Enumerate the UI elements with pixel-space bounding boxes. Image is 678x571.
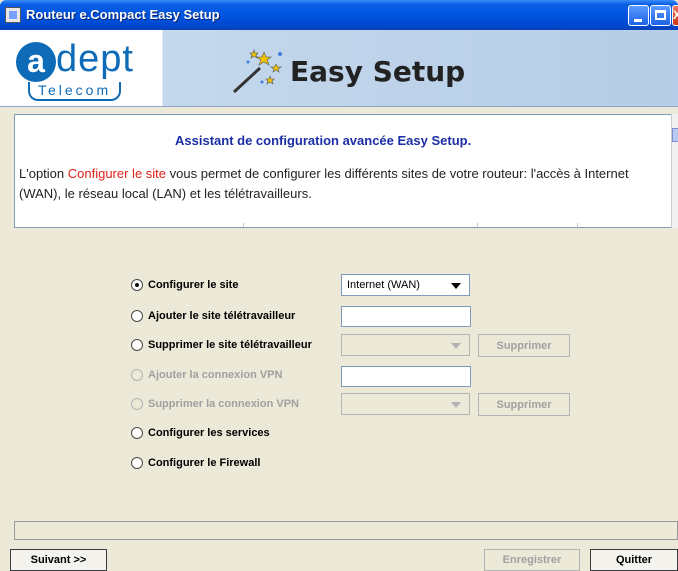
option-configure-site-label: Configurer le site	[148, 279, 239, 291]
option-remove-teleworker-label: Supprimer le site télétravailleur	[148, 339, 312, 351]
app-icon	[5, 7, 21, 23]
product-title: Easy Setup	[290, 55, 466, 88]
remove-teleworker-button[interactable]: Supprimer	[478, 334, 570, 357]
quit-button[interactable]: Quitter	[590, 549, 678, 571]
radio-configure-firewall[interactable]	[131, 457, 143, 469]
minimize-icon	[634, 19, 642, 22]
divider	[577, 223, 578, 229]
option-configure-services[interactable]: Configurer les services	[131, 425, 270, 441]
option-remove-teleworker[interactable]: Supprimer le site télétravailleur	[131, 337, 312, 353]
site-type-select-value: Internet (WAN)	[347, 279, 420, 291]
option-configure-services-label: Configurer les services	[148, 427, 270, 439]
site-type-select[interactable]: Internet (WAN)	[341, 274, 470, 296]
option-configure-site[interactable]: Configurer le site	[131, 277, 238, 293]
option-remove-vpn-label: Supprimer la connexion VPN	[148, 398, 299, 410]
info-text-before: L'option	[19, 166, 68, 181]
radio-configure-site[interactable]	[131, 279, 143, 291]
option-add-vpn[interactable]: Ajouter la connexion VPN	[131, 367, 282, 383]
minimize-button[interactable]	[628, 5, 649, 26]
logo-word: dept	[56, 38, 134, 80]
option-configure-firewall-label: Configurer le Firewall	[148, 457, 261, 469]
next-button[interactable]: Suivant >>	[10, 549, 107, 571]
option-add-vpn-label: Ajouter la connexion VPN	[148, 369, 283, 381]
window-titlebar: Routeur e.Compact Easy Setup X	[0, 0, 678, 30]
save-button[interactable]: Enregistrer	[484, 549, 580, 571]
divider	[477, 223, 478, 229]
chevron-down-icon	[451, 402, 461, 408]
radio-add-teleworker[interactable]	[131, 310, 143, 322]
info-text: L'option Configurer le site vous permet …	[19, 164, 649, 204]
option-remove-vpn[interactable]: Supprimer la connexion VPN	[131, 396, 299, 412]
vpn-select[interactable]	[341, 393, 470, 415]
logo-letter: a	[16, 42, 56, 82]
adept-telecom-logo: a dept Telecom	[14, 38, 160, 104]
scrollbar-thumb[interactable]	[672, 128, 678, 142]
remove-vpn-button[interactable]: Supprimer	[478, 393, 570, 416]
teleworker-select[interactable]	[341, 334, 470, 356]
maximize-button[interactable]	[650, 5, 671, 26]
info-panel: Assistant de configuration avancée Easy …	[14, 114, 678, 229]
radio-configure-services[interactable]	[131, 427, 143, 439]
logo-subtitle: Telecom	[28, 82, 122, 101]
option-configure-firewall[interactable]: Configurer le Firewall	[131, 455, 260, 471]
option-add-teleworker[interactable]: Ajouter le site télétravailleur	[131, 308, 295, 324]
vpn-name-input[interactable]	[341, 366, 471, 387]
window-title: Routeur e.Compact Easy Setup	[26, 7, 220, 22]
close-button[interactable]: X	[672, 5, 678, 26]
maximize-icon	[655, 10, 666, 20]
chevron-down-icon	[451, 283, 461, 289]
info-scrollbar[interactable]	[671, 114, 678, 228]
teleworker-name-input[interactable]	[341, 306, 471, 327]
info-heading: Assistant de configuration avancée Easy …	[175, 133, 472, 148]
info-text-highlight: Configurer le site	[67, 166, 167, 181]
radio-remove-vpn[interactable]	[131, 398, 143, 410]
radio-add-vpn[interactable]	[131, 369, 143, 381]
divider	[243, 223, 244, 229]
magic-wand-icon	[232, 49, 282, 94]
radio-remove-teleworker[interactable]	[131, 339, 143, 351]
status-bar	[14, 521, 678, 540]
option-add-teleworker-label: Ajouter le site télétravailleur	[148, 310, 296, 322]
chevron-down-icon	[451, 343, 461, 349]
